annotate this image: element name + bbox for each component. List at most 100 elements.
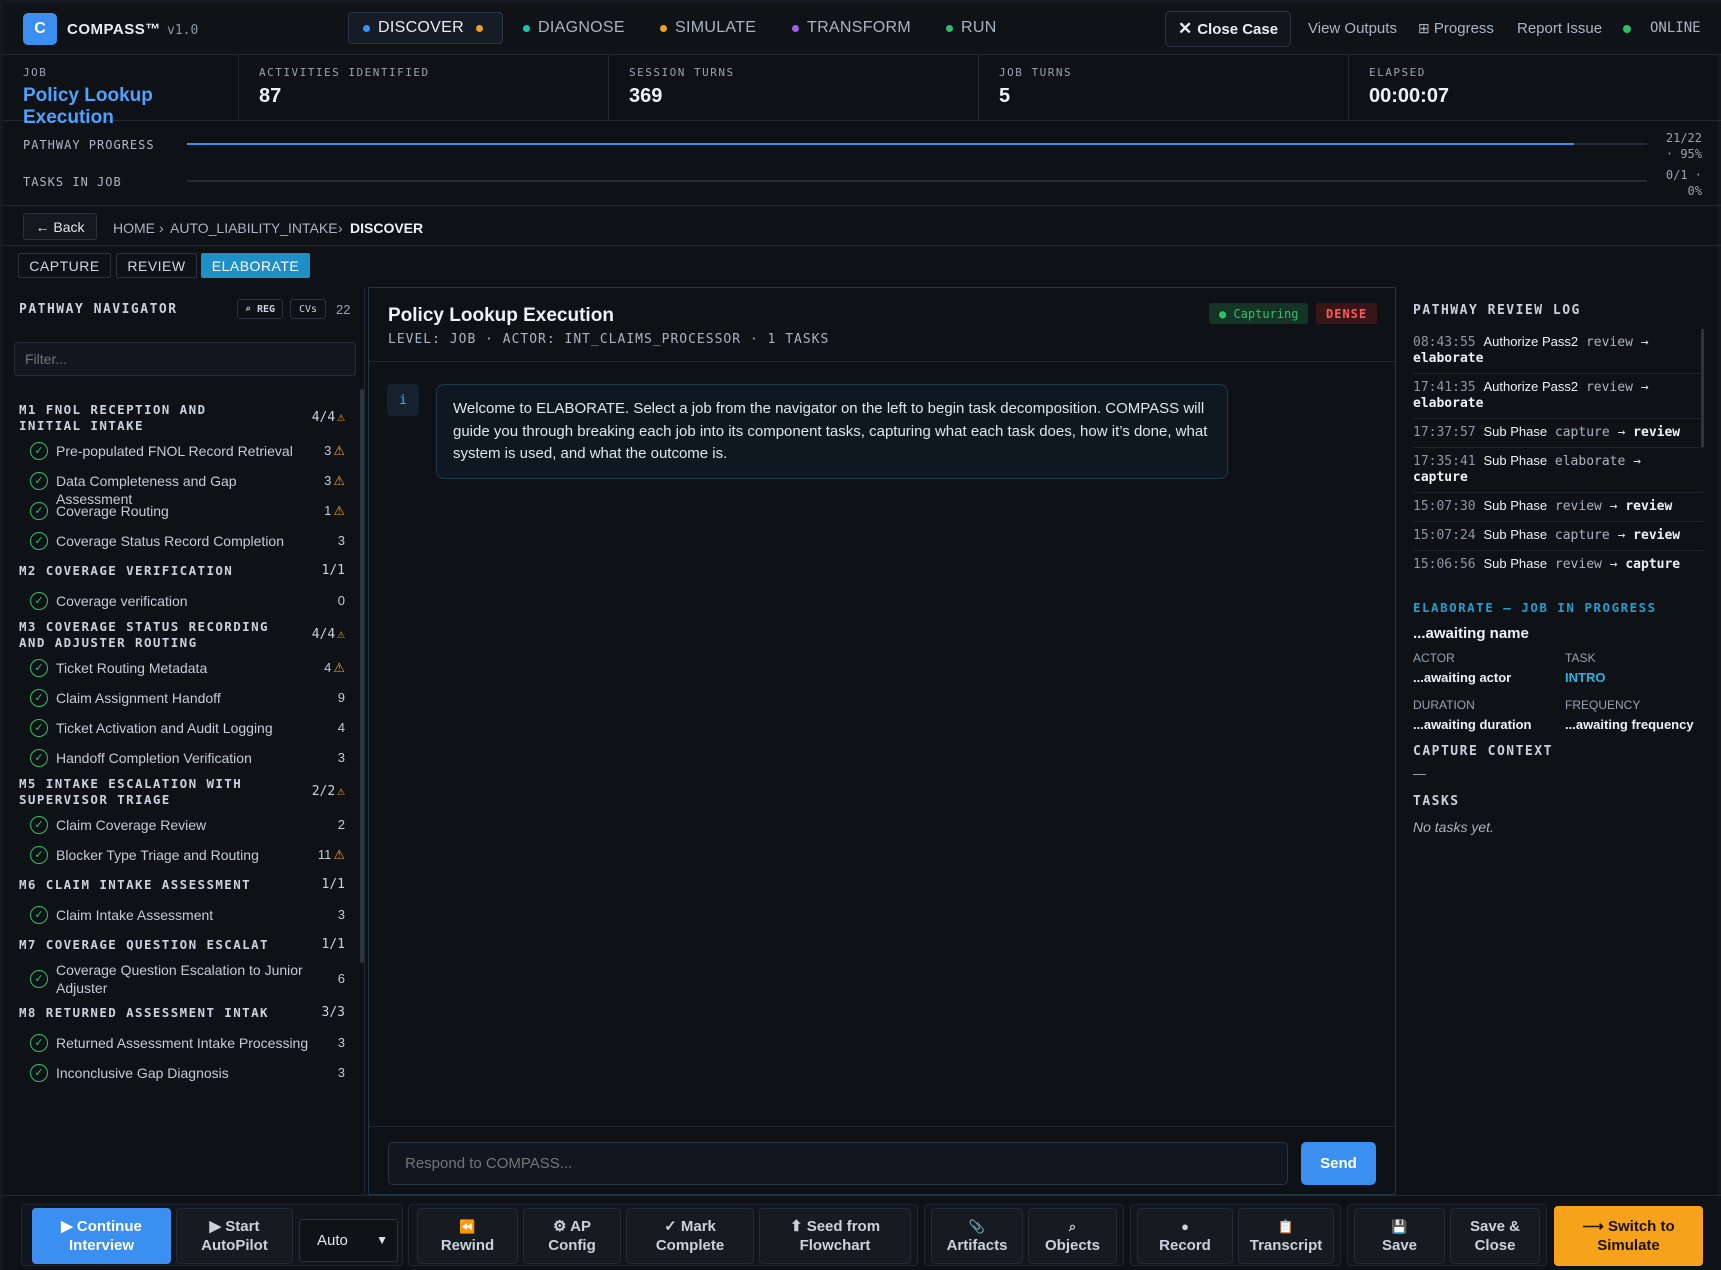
navigator-item[interactable]: ✓ Coverage Status Record Completion 3 [3,526,353,556]
item-count-value: 3 [324,473,332,488]
milestone-header[interactable]: M8 RETURNED ASSESSMENT INTAK 3/3 [3,998,353,1028]
frequency-label: FREQUENCY [1565,698,1641,712]
switch-to-simulate-button[interactable]: ⟶ Switch to Simulate [1554,1206,1703,1266]
milestone-header[interactable]: M5 INTAKE ESCALATION WITH SUPERVISOR TRI… [3,773,353,810]
navigator-filter-input[interactable] [14,342,356,376]
tab-run[interactable]: RUN [946,12,997,44]
elapsed-label: ELAPSED [1369,66,1426,79]
divider [369,1126,1395,1127]
close-case-button[interactable]: ✕ Close Case [1165,11,1291,47]
navigator-item[interactable]: ✓ Ticket Activation and Audit Logging 4 [3,713,353,743]
continue-interview-button[interactable]: ▶ Continue Interview [32,1208,171,1264]
transcript-button[interactable]: 📋 Transcript [1238,1208,1334,1264]
breadcrumb-home[interactable]: HOME [113,220,155,236]
mark-complete-button[interactable]: ✓ Mark Complete [626,1208,754,1264]
check-circle-icon: ✓ [30,532,48,550]
send-button[interactable]: Send [1301,1142,1376,1185]
navigator-item-label: Returned Assessment Intake Processing [56,1035,309,1051]
back-button[interactable]: ← Back [23,213,97,240]
phase-tab-review[interactable]: REVIEW [116,253,197,278]
log-to: capture [1413,470,1468,485]
review-log-scrollbar[interactable] [1701,329,1704,447]
warning-icon: ⚠ [337,409,345,425]
switch-line2: Simulate [1597,1237,1660,1254]
navigator-item[interactable]: ✓ Coverage Routing 1 ⚠ [3,496,353,526]
navigator-item[interactable]: ✓ Data Completeness and Gap Assessment 3 ⚠ [3,466,353,507]
navigator-item-label: Pre-populated FNOL Record Retrieval [56,443,293,459]
view-outputs-link[interactable]: View Outputs [1308,20,1397,37]
navigator-item[interactable]: ✓ Inconclusive Gap Diagnosis 3 [3,1058,353,1088]
navigator-item[interactable]: ✓ Blocker Type Triage and Routing 11 ⚠ [3,840,353,870]
milestone-count-value: 1/1 [321,563,345,578]
chevron-down-icon: ▼ [376,1233,388,1247]
milestone-header[interactable]: M3 COVERAGE STATUS RECORDING AND ADJUSTE… [3,616,353,653]
tab-transform[interactable]: TRANSFORM [792,12,911,44]
navigator-item[interactable]: ✓ Coverage Question Escalation to Junior … [3,960,353,998]
milestone-header[interactable]: M7 COVERAGE QUESTION ESCALAT 1/1 [3,930,353,960]
breadcrumb-case[interactable]: AUTO_LIABILITY_INTAKE [170,220,338,236]
navigator-item[interactable]: ✓ Claim Assignment Handoff 9 [3,683,353,713]
log-from: review [1585,335,1633,350]
milestone-header[interactable]: M6 CLAIM INTAKE ASSESSMENT 1/1 [3,870,353,900]
progress-link[interactable]: ⊞ Progress [1418,20,1494,37]
navigator-item[interactable]: ✓ Claim Intake Assessment 3 [3,900,353,930]
phase-tab-elaborate[interactable]: ELABORATE [201,253,310,278]
milestone-title: M6 CLAIM INTAKE ASSESSMENT [19,877,252,892]
reg-filter-chip[interactable]: ⌕ REG [237,299,283,319]
job-subtitle: LEVEL: JOB · ACTOR: INT_CLAIMS_PROCESSOR… [388,332,830,347]
navigator-item[interactable]: ✓ Claim Coverage Review 2 [3,810,353,840]
phase-tab-capture[interactable]: CAPTURE [18,253,111,278]
tab-discover[interactable]: DISCOVER [348,12,503,44]
continue-line2: Interview [68,1237,135,1254]
arrow-right-icon: ⟶ [1582,1218,1604,1235]
pending-dot-icon [475,24,483,32]
navigator-item[interactable]: ✓ Pre-populated FNOL Record Retrieval 3 ⚠ [3,436,353,466]
floppy-icon: 💾 [1391,1219,1408,1234]
milestone-title: M1 FNOL RECEPTION AND INITIAL INTAKE [19,402,207,433]
navigator-item-label: Coverage Status Record Completion [56,533,285,549]
report-issue-link[interactable]: Report Issue [1517,20,1602,37]
save-close-button[interactable]: Save & Close [1450,1208,1540,1264]
simulate-dot-icon [660,24,667,32]
save-button[interactable]: 💾 Save [1354,1208,1445,1264]
seed-line1: Seed from [806,1218,881,1235]
item-count-value: 0 [337,593,345,608]
objects-button[interactable]: ⌕ Objects [1028,1208,1117,1264]
compass-app: C COMPASS™ v1.0 DISCOVER DIAGNOSE SIMULA… [0,0,1721,1270]
rewind-button[interactable]: ⏪ Rewind [417,1208,518,1264]
duration-value: ...awaiting duration [1413,717,1532,732]
arrow-icon: → [1601,557,1626,572]
log-from: review [1554,557,1602,572]
search-icon: ⌕ [1068,1219,1077,1234]
autopilot-mode-select[interactable]: Auto ▼ [299,1219,398,1262]
respond-input[interactable] [388,1142,1288,1185]
navigator-item-label: Coverage Question Escalation to Junior A… [56,962,303,996]
arrow-icon: → [1632,335,1649,350]
seed-from-flowchart-button[interactable]: ⬆ Seed from Flowchart [759,1208,911,1264]
navigator-count: 22 [336,302,351,317]
navigator-item[interactable]: ✓ Ticket Routing Metadata 4 ⚠ [3,653,353,683]
milestone-header[interactable]: M1 FNOL RECEPTION AND INITIAL INTAKE 4/4 ⚠ [3,399,353,436]
navigator-item[interactable]: ✓ Handoff Completion Verification 3 [3,743,353,773]
tab-simulate[interactable]: SIMULATE [660,12,756,44]
navigator-item[interactable]: ✓ Coverage verification 0 [3,586,353,616]
start-autopilot-button[interactable]: ▶ Start AutoPilot [176,1208,293,1264]
ap-config-line1: AP [570,1218,591,1235]
log-time: 15:07:30 [1413,499,1476,514]
artifacts-button[interactable]: 📎 Artifacts [931,1208,1023,1264]
arrow-icon: → [1625,454,1641,469]
navigator-item[interactable]: ✓ Returned Assessment Intake Processing 3 [3,1028,353,1058]
review-log-entry: 17:37:57 Sub Phase capture → review [1413,419,1703,448]
record-button[interactable]: ● Record [1137,1208,1233,1264]
tab-diagnose[interactable]: DIAGNOSE [523,12,625,44]
cvs-filter-chip[interactable]: CVs [290,299,326,319]
navigator-item-label: Coverage verification [56,593,188,609]
tab-discover-label: DISCOVER [378,19,464,36]
item-activity-count: 11 ⚠ [318,846,345,864]
milestone-count: 2/2 ⚠ [312,784,345,800]
ap-config-button[interactable]: ⚙ AP Config [523,1208,621,1264]
log-time: 17:41:35 [1413,380,1476,395]
milestone-header[interactable]: M2 COVERAGE VERIFICATION 1/1 [3,556,353,586]
conversation-panel: Policy Lookup Execution LEVEL: JOB · ACT… [368,287,1396,1195]
navigator-scrollbar[interactable] [360,389,364,963]
